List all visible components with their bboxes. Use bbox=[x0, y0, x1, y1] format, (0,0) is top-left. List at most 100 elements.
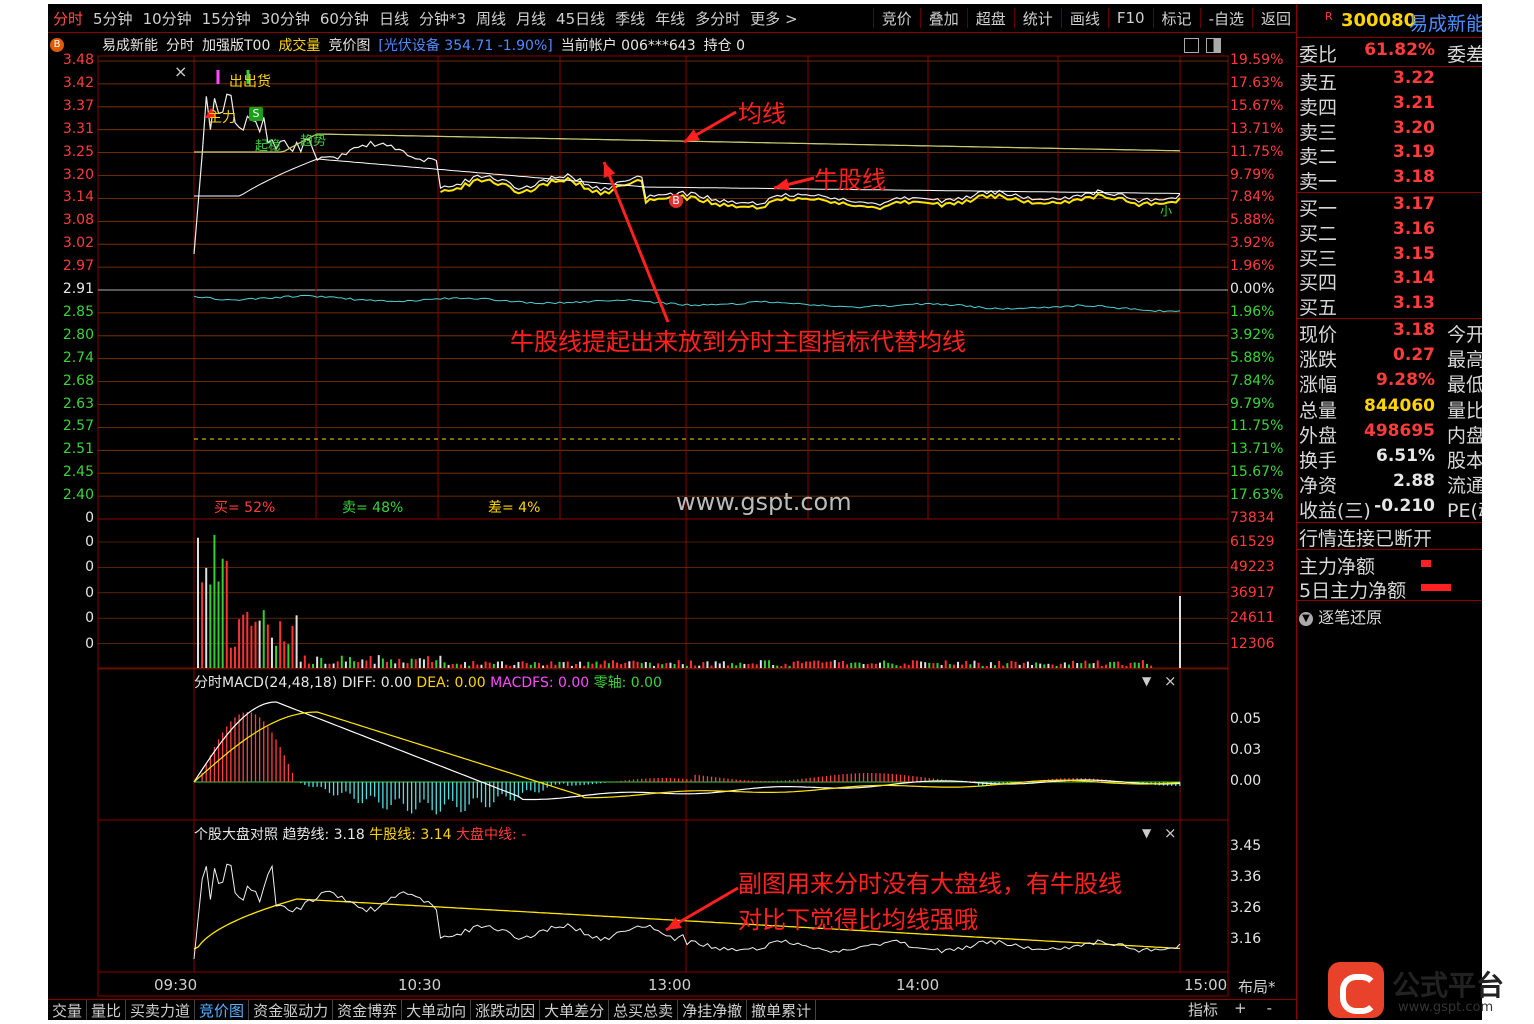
minus-button[interactable]: - bbox=[1257, 999, 1282, 1020]
stat-ext-label: 最高 bbox=[1447, 349, 1482, 372]
quote-stat-row: 净资 2.88 流通 bbox=[1299, 471, 1482, 498]
macd-tick: 0.00 bbox=[1230, 773, 1262, 789]
stat-ext-label: 股本 bbox=[1447, 450, 1482, 472]
macd-macdfs: MACDFS: 0.00 bbox=[490, 675, 590, 691]
price-tick: 2.45 bbox=[62, 464, 94, 481]
indicator-tab[interactable]: 撤单累计 bbox=[747, 1000, 817, 1020]
stat-label: 现价 bbox=[1299, 324, 1338, 346]
indicator-tab[interactable]: 涨跌动因 bbox=[471, 1000, 541, 1020]
price-tick: 3.14 bbox=[62, 189, 94, 206]
time-tick: 13:00 bbox=[648, 976, 692, 994]
price-line bbox=[193, 93, 1181, 255]
percent-tick: 11.75% bbox=[1230, 143, 1284, 160]
connection-status: 行情连接已断开 bbox=[1299, 528, 1433, 550]
price-tick: 2.74 bbox=[62, 349, 94, 366]
price-tick: 2.85 bbox=[62, 303, 94, 320]
stat-label: 外盘 bbox=[1299, 424, 1338, 447]
order-price: 3.18 bbox=[1393, 167, 1435, 188]
macd-header: 分时MACD(24,48,18) DIFF: 0.00 DEA: 0.00 MA… bbox=[194, 672, 662, 692]
indicator-tab[interactable]: 买卖力道 bbox=[126, 1000, 196, 1020]
stat-ext-label: 流通 bbox=[1447, 475, 1482, 498]
sell-ratio: 卖= 48% bbox=[342, 500, 404, 516]
order-price: 3.14 bbox=[1393, 268, 1435, 289]
indicator-tab[interactable]: 资金驱动力 bbox=[249, 1000, 334, 1020]
indicator-button[interactable]: 指标 bbox=[1182, 999, 1224, 1020]
stat-ext-label: PE(动 bbox=[1447, 500, 1482, 523]
stat-ext-label: 今开 bbox=[1447, 324, 1482, 346]
compare-title[interactable]: 个股大盘对照 bbox=[194, 827, 278, 843]
ratio-row: 委比 61.82% 委差 bbox=[1299, 40, 1482, 66]
indicator-tab[interactable]: 大单动向 bbox=[402, 1000, 472, 1020]
price-tick: 2.57 bbox=[62, 418, 94, 435]
volume-left-tick: 0 bbox=[85, 635, 94, 652]
replay-label: 逐笔还原 bbox=[1318, 608, 1383, 627]
price-tick: 3.42 bbox=[62, 74, 94, 91]
indicator-tab[interactable]: 交量 bbox=[48, 1000, 88, 1020]
stat-value: 844060 bbox=[1364, 395, 1435, 416]
buy-order-row[interactable]: 买四 3.14 bbox=[1299, 268, 1482, 294]
price-tick: 2.63 bbox=[62, 395, 94, 412]
indicator-tab[interactable]: 资金博弈 bbox=[333, 1000, 403, 1020]
order-price: 3.16 bbox=[1393, 218, 1435, 239]
stat-value: 9.28% bbox=[1376, 370, 1435, 391]
indicator-tab[interactable]: 总买总卖 bbox=[609, 1000, 679, 1020]
percent-tick: 3.92% bbox=[1230, 326, 1275, 343]
percent-tick: 7.84% bbox=[1230, 189, 1275, 206]
price-tick: 2.40 bbox=[62, 487, 94, 504]
percent-tick: 3.92% bbox=[1230, 235, 1275, 252]
volume-left-tick: 0 bbox=[85, 534, 94, 550]
chevron-down-icon[interactable]: ▼ bbox=[1299, 612, 1313, 626]
diff-ratio: 差= 4% bbox=[488, 500, 541, 516]
compare-index: 大盘中线: - bbox=[456, 827, 527, 843]
order-price: 3.15 bbox=[1393, 243, 1435, 264]
sell-order-row[interactable]: 卖五 3.22 bbox=[1299, 68, 1482, 94]
buy-order-row[interactable]: 买五 3.13 bbox=[1299, 293, 1482, 319]
macd-dropdown-icon[interactable]: ▼ bbox=[1142, 674, 1151, 688]
order-price: 3.21 bbox=[1393, 92, 1435, 113]
sell-order-row[interactable]: 卖二 3.19 bbox=[1299, 142, 1482, 168]
compare-tick: 3.26 bbox=[1230, 900, 1262, 916]
price-tick: 2.51 bbox=[62, 441, 94, 458]
macd-close-icon[interactable]: × bbox=[1164, 672, 1177, 690]
indicator-tab[interactable]: 竞价图 bbox=[195, 1000, 250, 1020]
layout-button[interactable]: 布局* bbox=[1238, 976, 1276, 997]
ratio-ext: 委差 bbox=[1447, 44, 1482, 66]
buy-ratio: 买= 52% bbox=[214, 500, 276, 516]
macd-title[interactable]: 分时MACD(24,48,18) bbox=[194, 675, 337, 691]
ratio-value: 61.82% bbox=[1364, 40, 1435, 60]
price-tick: 2.80 bbox=[62, 326, 94, 343]
price-tick: 3.25 bbox=[62, 143, 94, 160]
sell-order-row[interactable]: 卖一 3.18 bbox=[1299, 167, 1482, 194]
quote-stat-row: 总量 844060 量比 bbox=[1299, 395, 1482, 422]
buy-order-row[interactable]: 买二 3.16 bbox=[1299, 218, 1482, 245]
watermark-url: www.gspt.com bbox=[676, 488, 852, 516]
percent-tick: 11.75% bbox=[1230, 418, 1284, 435]
sell-order-row[interactable]: 卖四 3.21 bbox=[1299, 92, 1482, 119]
volume-right-tick: 12306 bbox=[1230, 635, 1275, 652]
price-tick: 2.68 bbox=[62, 372, 94, 389]
plus-button[interactable]: + bbox=[1224, 999, 1257, 1020]
percent-tick: 7.84% bbox=[1230, 372, 1275, 389]
order-label: 卖一 bbox=[1299, 171, 1338, 194]
buy-order-row[interactable]: 买一 3.17 bbox=[1299, 194, 1482, 220]
main-net-row[interactable]: 主力净额 bbox=[1299, 552, 1482, 578]
replay-row[interactable]: ▼ 逐笔还原 bbox=[1299, 604, 1482, 628]
close-icon[interactable]: × bbox=[174, 62, 187, 81]
buy-order-row[interactable]: 买三 3.15 bbox=[1299, 243, 1482, 270]
order-label: 卖五 bbox=[1299, 72, 1338, 94]
order-label: 买三 bbox=[1299, 247, 1338, 270]
main-net-5-row[interactable]: 5日主力净额 bbox=[1299, 576, 1482, 602]
macd-zero: 零轴: 0.00 bbox=[593, 675, 662, 691]
compare-close-icon[interactable]: × bbox=[1164, 824, 1177, 842]
price-tick: 0 bbox=[85, 510, 94, 526]
compare-dropdown-icon[interactable]: ▼ bbox=[1142, 826, 1151, 840]
stat-label: 总量 bbox=[1299, 399, 1338, 422]
indicator-tab[interactable]: 净挂净撤 bbox=[678, 1000, 748, 1020]
stock-code: 300080 bbox=[1341, 10, 1417, 31]
indicator-tab[interactable]: 大单差分 bbox=[540, 1000, 610, 1020]
compare-bull-line bbox=[193, 898, 1181, 950]
sell-order-row[interactable]: 卖三 3.20 bbox=[1299, 118, 1482, 144]
percent-tick: 0.00% bbox=[1230, 281, 1275, 297]
indicator-tab[interactable]: 量比 bbox=[87, 1000, 127, 1020]
annotation-avg-line: 均线 bbox=[738, 100, 786, 128]
